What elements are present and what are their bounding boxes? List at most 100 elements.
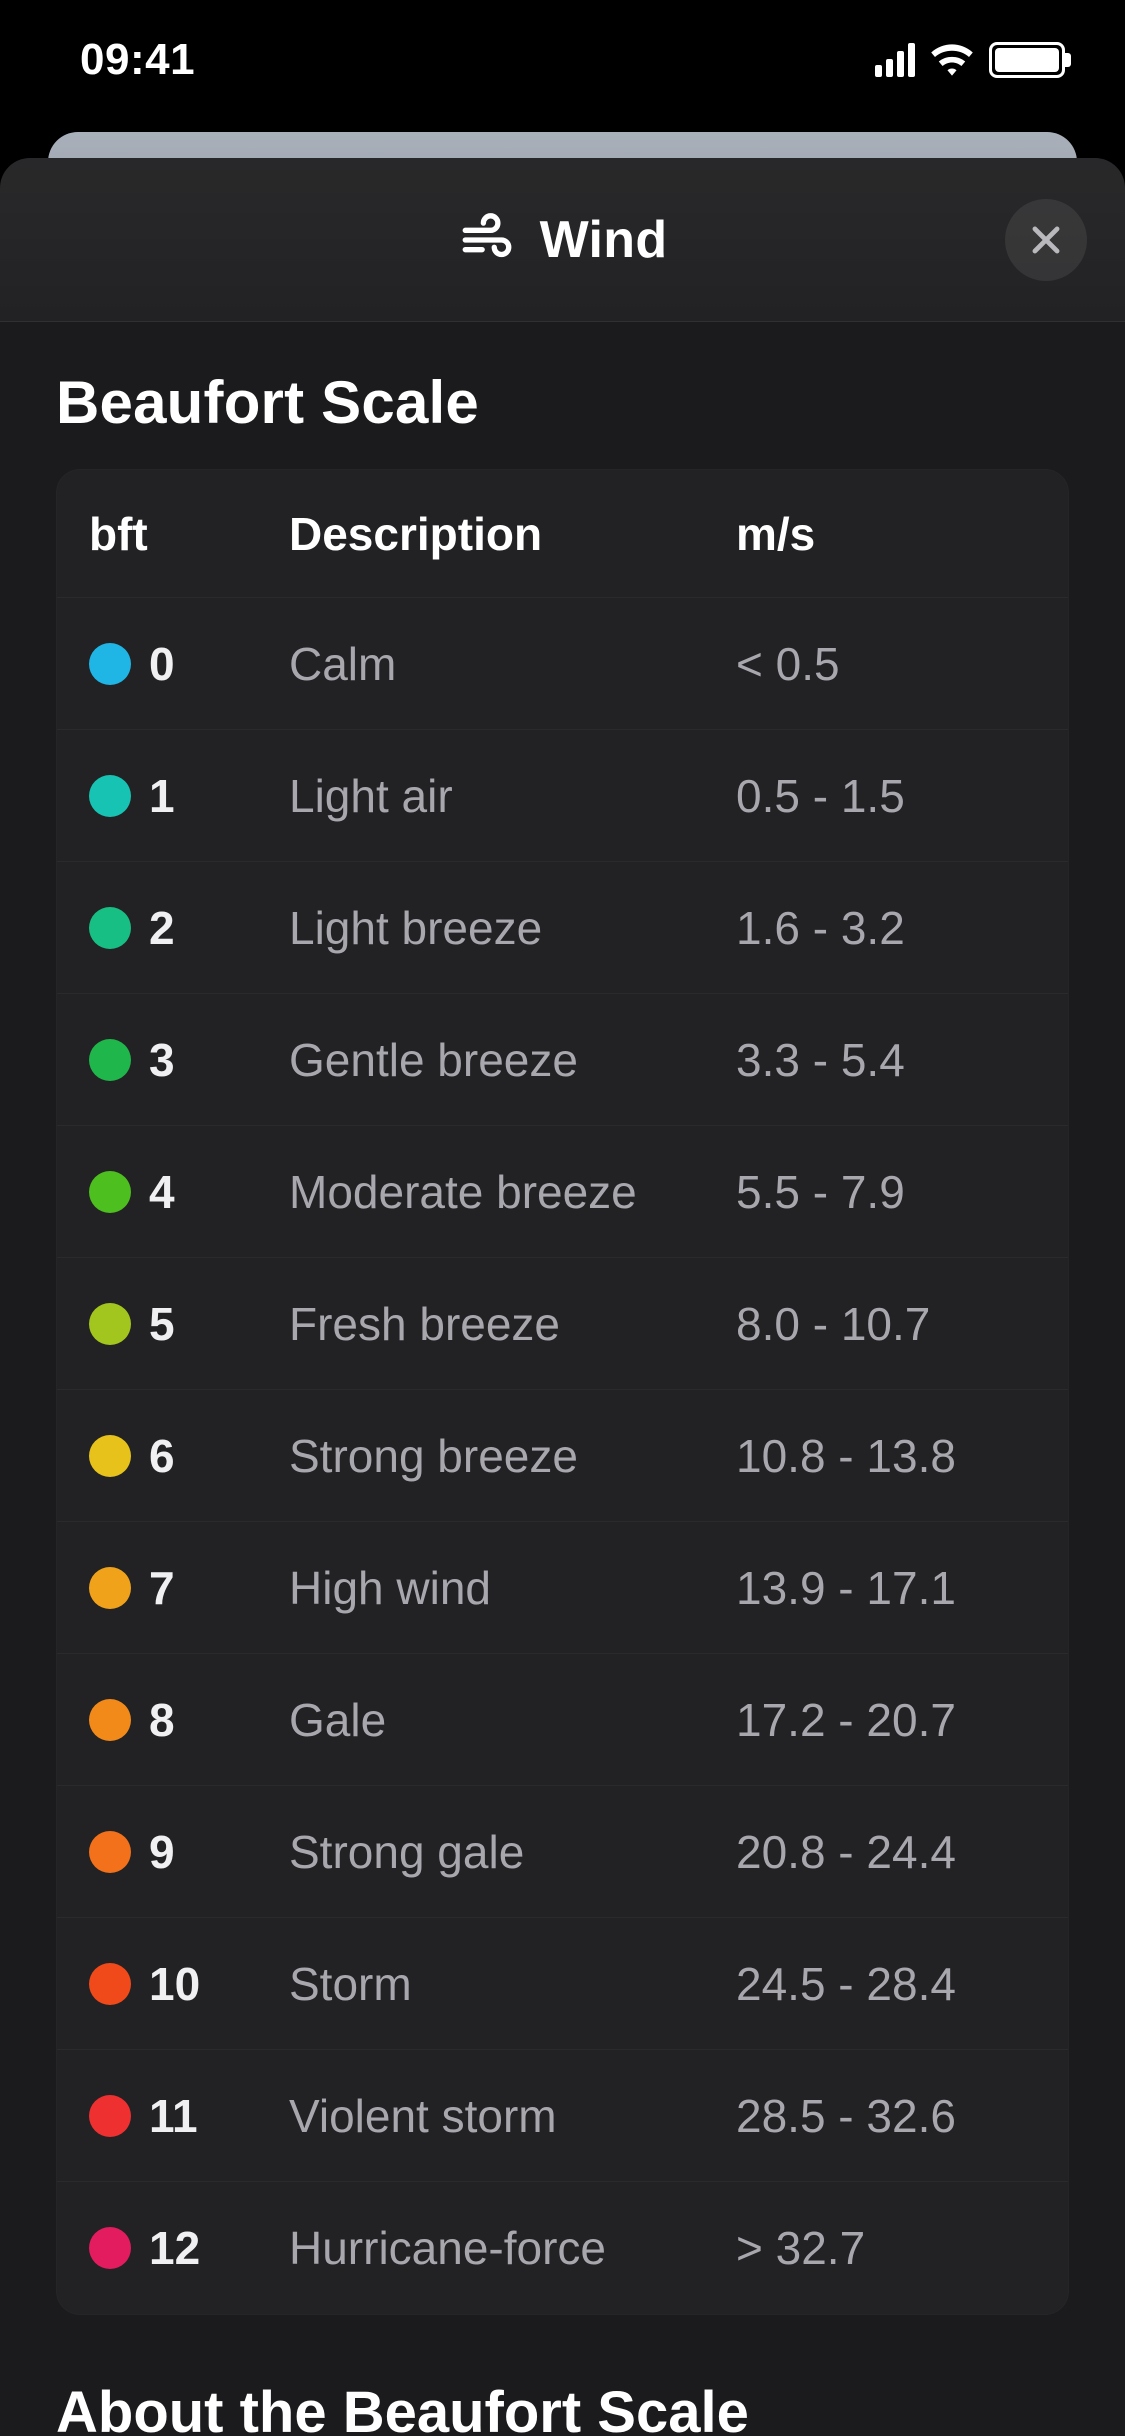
table-row: 5 Fresh breeze8.0 - 10.7 [57, 1258, 1068, 1390]
table-row: 1 Light air0.5 - 1.5 [57, 730, 1068, 862]
scale-dot-icon [89, 2227, 131, 2269]
bft-number: 9 [149, 1825, 175, 1879]
cell-description: Hurricane-force [289, 2221, 736, 2275]
cell-description: Calm [289, 637, 736, 691]
bft-number: 1 [149, 769, 175, 823]
sheet-title-wrap: Wind [458, 210, 668, 270]
wind-sheet: Wind Beaufort Scale bft Description m/s … [0, 158, 1125, 2436]
sheet-header: Wind [0, 158, 1125, 322]
status-time: 09:41 [80, 35, 195, 85]
cell-description: Gentle breeze [289, 1033, 736, 1087]
cell-description: Light breeze [289, 901, 736, 955]
cell-ms: > 32.7 [736, 2221, 1036, 2275]
bft-number: 0 [149, 637, 175, 691]
bft-number: 3 [149, 1033, 175, 1087]
header-ms: m/s [736, 507, 1036, 561]
cell-description: Fresh breeze [289, 1297, 736, 1351]
bft-number: 6 [149, 1429, 175, 1483]
cell-ms: 24.5 - 28.4 [736, 1957, 1036, 2011]
table-header-row: bft Description m/s [57, 470, 1068, 598]
scale-dot-icon [89, 1039, 131, 1081]
scale-dot-icon [89, 775, 131, 817]
cell-description: High wind [289, 1561, 736, 1615]
table-row: 7 High wind13.9 - 17.1 [57, 1522, 1068, 1654]
cell-bft: 3 [89, 1033, 289, 1087]
header-description: Description [289, 507, 736, 561]
cell-bft: 6 [89, 1429, 289, 1483]
table-row: 6 Strong breeze10.8 - 13.8 [57, 1390, 1068, 1522]
scale-dot-icon [89, 1831, 131, 1873]
wind-icon [458, 211, 516, 269]
cell-bft: 2 [89, 901, 289, 955]
cell-bft: 7 [89, 1561, 289, 1615]
bft-number: 12 [149, 2221, 200, 2275]
table-row: 10 Storm24.5 - 28.4 [57, 1918, 1068, 2050]
header-bft: bft [89, 507, 289, 561]
cell-bft: 8 [89, 1693, 289, 1747]
cell-description: Violent storm [289, 2089, 736, 2143]
bft-number: 2 [149, 901, 175, 955]
bft-number: 10 [149, 1957, 200, 2011]
scale-dot-icon [89, 1699, 131, 1741]
scale-dot-icon [89, 1567, 131, 1609]
about-heading-underlined: Beaufort Scale [343, 2380, 749, 2436]
cell-ms: 13.9 - 17.1 [736, 1561, 1036, 1615]
cell-bft: 4 [89, 1165, 289, 1219]
status-icons [875, 42, 1065, 78]
table-row: 4 Moderate breeze5.5 - 7.9 [57, 1126, 1068, 1258]
table-row: 12 Hurricane-force> 32.7 [57, 2182, 1068, 2314]
table-row: 3 Gentle breeze3.3 - 5.4 [57, 994, 1068, 1126]
bft-number: 8 [149, 1693, 175, 1747]
bft-number: 4 [149, 1165, 175, 1219]
bft-number: 11 [149, 2089, 198, 2143]
cell-description: Moderate breeze [289, 1165, 736, 1219]
cell-bft: 10 [89, 1957, 289, 2011]
cell-bft: 1 [89, 769, 289, 823]
wifi-icon [929, 43, 975, 77]
scale-dot-icon [89, 1963, 131, 2005]
cell-ms: 5.5 - 7.9 [736, 1165, 1036, 1219]
sheet-body[interactable]: Beaufort Scale bft Description m/s 0 Calm… [0, 322, 1125, 2436]
table-row: 8 Gale17.2 - 20.7 [57, 1654, 1068, 1786]
bft-number: 5 [149, 1297, 175, 1351]
about-heading: About the Beaufort Scale [56, 2379, 1069, 2436]
scale-dot-icon [89, 643, 131, 685]
scale-dot-icon [89, 1171, 131, 1213]
cell-bft: 11 [89, 2089, 289, 2143]
cell-ms: 3.3 - 5.4 [736, 1033, 1036, 1087]
cell-ms: 17.2 - 20.7 [736, 1693, 1036, 1747]
cell-bft: 0 [89, 637, 289, 691]
table-row: 9 Strong gale20.8 - 24.4 [57, 1786, 1068, 1918]
cell-ms: 0.5 - 1.5 [736, 769, 1036, 823]
table-row: 0 Calm< 0.5 [57, 598, 1068, 730]
status-bar: 09:41 [0, 0, 1125, 120]
cell-description: Storm [289, 1957, 736, 2011]
table-row: 2 Light breeze1.6 - 3.2 [57, 862, 1068, 994]
cell-description: Gale [289, 1693, 736, 1747]
scale-dot-icon [89, 1435, 131, 1477]
about-heading-prefix: About the [56, 2380, 343, 2436]
battery-icon [989, 42, 1065, 78]
scale-dot-icon [89, 2095, 131, 2137]
scale-dot-icon [89, 907, 131, 949]
cell-ms: 20.8 - 24.4 [736, 1825, 1036, 1879]
cell-description: Strong gale [289, 1825, 736, 1879]
section-title: Beaufort Scale [56, 368, 1069, 437]
cell-bft: 12 [89, 2221, 289, 2275]
cellular-icon [875, 43, 915, 77]
cell-bft: 5 [89, 1297, 289, 1351]
cell-bft: 9 [89, 1825, 289, 1879]
cell-description: Strong breeze [289, 1429, 736, 1483]
cell-ms: 28.5 - 32.6 [736, 2089, 1036, 2143]
cell-ms: 1.6 - 3.2 [736, 901, 1036, 955]
beaufort-table: bft Description m/s 0 Calm< 0.5 1 Light air… [56, 469, 1069, 2315]
scale-dot-icon [89, 1303, 131, 1345]
table-row: 11 Violent storm28.5 - 32.6 [57, 2050, 1068, 2182]
cell-description: Light air [289, 769, 736, 823]
close-button[interactable] [1005, 199, 1087, 281]
cell-ms: 8.0 - 10.7 [736, 1297, 1036, 1351]
cell-ms: < 0.5 [736, 637, 1036, 691]
sheet-title: Wind [540, 210, 668, 270]
cell-ms: 10.8 - 13.8 [736, 1429, 1036, 1483]
bft-number: 7 [149, 1561, 175, 1615]
